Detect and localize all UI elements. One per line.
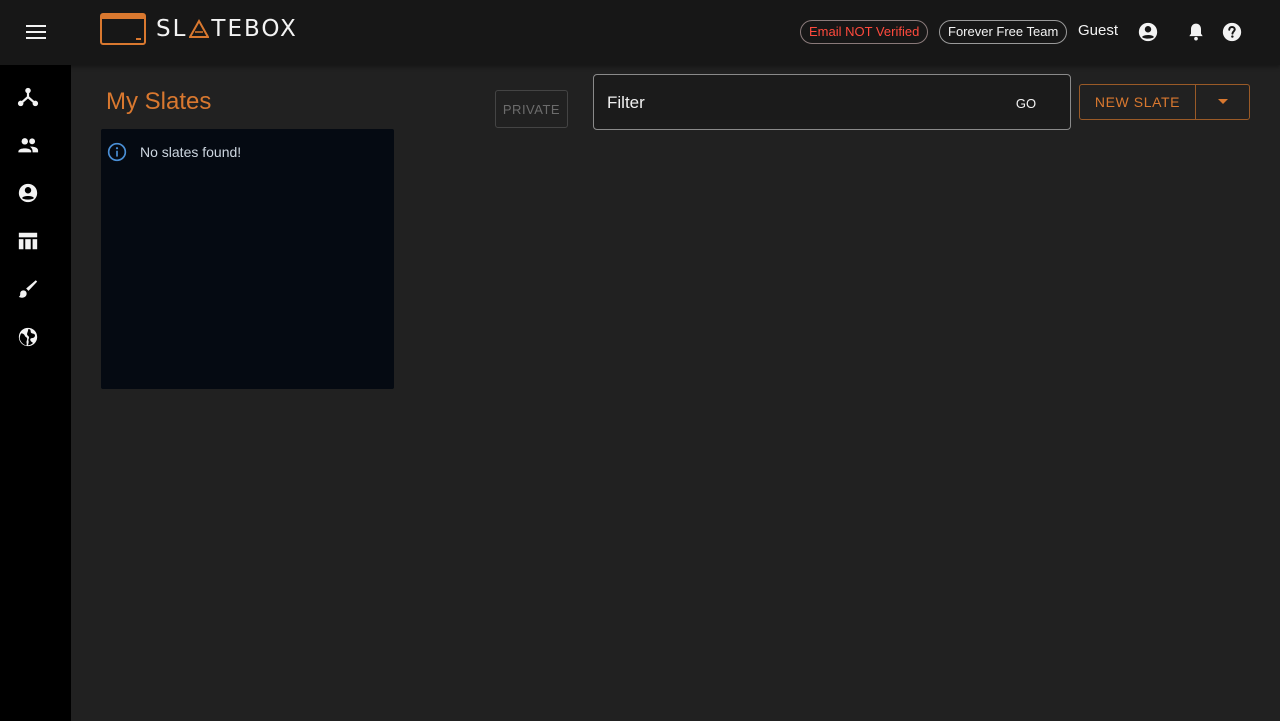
brand-wordmark: SL TEBOX [156,16,298,42]
help-icon[interactable] [1220,20,1244,44]
filter-box: GO [593,74,1071,130]
account-circle-icon [18,183,38,203]
caret-down-icon [1217,99,1228,104]
user-name: Guest [1078,22,1119,39]
account-circle-icon[interactable] [1136,20,1160,44]
slatebox-logo[interactable]: SL TEBOX [100,13,298,45]
go-button[interactable]: GO [1005,91,1047,115]
globe-icon [18,327,38,347]
empty-state-alert: No slates found! [107,142,241,162]
table-icon [18,232,38,250]
people-icon [18,138,39,153]
empty-message: No slates found! [140,144,242,160]
brand-text-right: TEBOX [211,16,298,42]
bell-icon[interactable] [1184,20,1208,44]
sidebar-item-community[interactable] [16,325,40,349]
info-icon [107,142,127,162]
top-app-bar: SL TEBOX Email NOT Verified Forever Free… [0,0,1280,65]
hamburger-menu-icon[interactable] [22,21,50,43]
brand-triangle-icon [189,19,210,38]
new-slate-button[interactable]: NEW SLATE [1080,85,1196,119]
hub-network-icon [17,87,39,107]
sidebar-item-templates[interactable] [16,229,40,253]
sidebar [0,65,71,721]
team-badge[interactable]: Forever Free Team [939,20,1068,44]
new-slate-split-button: NEW SLATE [1079,84,1250,120]
sidebar-item-hub[interactable] [16,85,40,109]
email-status-badge[interactable]: Email NOT Verified [800,20,929,44]
private-button[interactable]: PRIVATE [495,90,568,128]
sidebar-item-team[interactable] [16,133,40,157]
page-title: My Slates [106,88,212,115]
new-slate-dropdown-button[interactable] [1196,85,1249,119]
slate-window-icon [100,13,146,45]
paintbrush-icon [18,280,38,298]
brand-text-left: SL [156,16,188,42]
sidebar-item-themes[interactable] [16,277,40,301]
sidebar-item-account[interactable] [16,181,40,205]
slates-panel: No slates found! [101,129,394,389]
filter-input[interactable] [607,91,987,115]
